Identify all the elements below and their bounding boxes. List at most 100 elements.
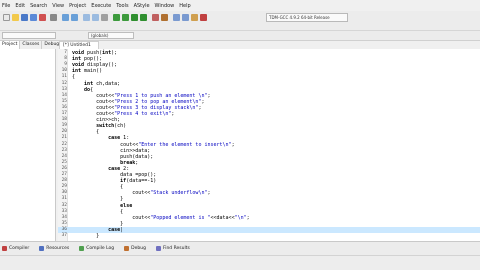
code-line[interactable]: 34 cout<<"Popped element is "<<data<<"\n… xyxy=(58,215,480,221)
code-line[interactable]: 23 cin>>data; xyxy=(58,148,480,154)
menu-help[interactable]: Help xyxy=(179,3,190,9)
code-line[interactable]: 20 { xyxy=(58,129,480,135)
code-line[interactable]: 12 int ch,data; xyxy=(58,81,480,87)
code-line[interactable]: 19 switch(ch) xyxy=(58,123,480,129)
code-line[interactable]: 22 cout<<"Enter the element to insert\n"… xyxy=(58,142,480,148)
menu-project[interactable]: Project xyxy=(69,3,86,9)
code-text: push(data); xyxy=(72,153,154,160)
code-line[interactable]: 25 break; xyxy=(58,160,480,166)
undo-icon[interactable] xyxy=(62,14,69,21)
line-number: 11 xyxy=(61,74,67,80)
goto-icon[interactable] xyxy=(101,14,108,21)
menu-file[interactable]: File xyxy=(2,3,10,9)
debug-icon[interactable] xyxy=(152,14,159,21)
code-line[interactable]: 35 } xyxy=(58,221,480,227)
compile-icon[interactable] xyxy=(113,14,120,21)
bottom-tab-label: Find Results xyxy=(162,246,190,251)
find-results-icon xyxy=(155,246,161,251)
code-line[interactable]: 10 int main() xyxy=(58,68,480,74)
code-line[interactable]: 29 { xyxy=(58,184,480,190)
code-text: cout<<"Press 3 to display stack\n"; xyxy=(72,104,202,111)
line-number: 31 xyxy=(61,196,67,202)
chart-icon[interactable] xyxy=(173,14,180,21)
code-editor[interactable]: 7 void push(int); 8 int pop(); 9 void display… xyxy=(58,49,480,241)
line-number: 37 xyxy=(61,233,67,238)
tab-debug[interactable]: Debug xyxy=(124,246,146,251)
menu-tools[interactable]: Tools xyxy=(116,3,128,9)
run-icon[interactable] xyxy=(122,14,129,21)
menu-execute[interactable]: Execute xyxy=(91,3,111,9)
code-line[interactable]: 13 do{ xyxy=(58,87,480,93)
code-text: case 1: xyxy=(108,135,130,142)
code-text: cout<<"Press 1 to push an element \n"; xyxy=(72,92,211,99)
line-number: 16 xyxy=(61,104,67,110)
line-number: 35 xyxy=(61,220,67,226)
line-number: 14 xyxy=(61,92,67,98)
redo-icon[interactable] xyxy=(71,14,78,21)
scope-select[interactable]: (globals) xyxy=(88,32,134,39)
exit-icon[interactable] xyxy=(200,14,207,21)
code-text: data =pop(); xyxy=(72,172,157,178)
menu-view[interactable]: View xyxy=(52,3,64,9)
main-toolbar xyxy=(0,11,480,31)
tab-classes[interactable]: Classes xyxy=(20,41,43,49)
save-all-icon[interactable] xyxy=(30,14,37,21)
rebuild-icon[interactable] xyxy=(140,14,147,21)
code-line[interactable]: 21 case 1: xyxy=(58,135,480,141)
code-text: cout<<"Enter the element to insert\n"; xyxy=(72,141,235,148)
class-select[interactable] xyxy=(2,32,56,39)
code-line[interactable]: 27 data =pop(); xyxy=(58,172,480,178)
code-line[interactable]: 9 void display(); xyxy=(58,62,480,68)
tab-resources[interactable]: Resources xyxy=(39,246,69,251)
replace-icon[interactable] xyxy=(92,14,99,21)
grid-icon[interactable] xyxy=(182,14,189,21)
profile-icon[interactable] xyxy=(161,14,168,21)
code-text: break; xyxy=(120,159,139,166)
line-number: 34 xyxy=(61,214,67,220)
line-number: 26 xyxy=(61,165,67,171)
class-icon[interactable] xyxy=(191,14,198,21)
code-line[interactable]: 32 else xyxy=(58,203,480,209)
print-icon[interactable] xyxy=(50,14,57,21)
menu-bar: File Edit Search View Project Execute Tools ASt… xyxy=(0,0,480,11)
code-line[interactable]: 33 { xyxy=(58,209,480,215)
bottom-tab-label: Debug xyxy=(131,246,146,251)
close-file-icon[interactable] xyxy=(39,14,46,21)
compiler-select[interactable]: TDM-GCC 4.9.2 64-bit Release xyxy=(266,13,348,22)
code-line[interactable]: 30 cout<<"Stack underflow\n"; xyxy=(58,190,480,196)
save-icon[interactable] xyxy=(21,14,28,21)
tab-project[interactable]: Project xyxy=(0,41,21,49)
tab-compiler[interactable]: Compiler xyxy=(2,246,29,251)
tab-find-results[interactable]: Find Results xyxy=(155,246,190,251)
code-line[interactable]: 15 cout<<"Press 2 to pop an element\n"; xyxy=(58,99,480,105)
code-line[interactable]: 7 void push(int); xyxy=(58,50,480,56)
code-text: { xyxy=(72,184,124,191)
line-number: 22 xyxy=(61,141,67,147)
code-line[interactable]: 18 cin>>ch; xyxy=(58,117,480,123)
code-line[interactable]: 14 cout<<"Press 1 to push an element \n"… xyxy=(58,93,480,99)
code-line[interactable]: 26 case 2: xyxy=(58,166,480,172)
tab-untitled1[interactable]: [*] Untitled1 xyxy=(59,41,99,49)
code-text: if(data==-1) xyxy=(120,178,157,185)
code-line[interactable]: 16 cout<<"Press 3 to display stack\n"; xyxy=(58,105,480,111)
code-line[interactable]: 28 if(data==-1) xyxy=(58,178,480,184)
menu-astyle[interactable]: AStyle xyxy=(134,3,150,9)
code-line[interactable]: 37 } xyxy=(58,233,480,239)
code-line[interactable]: 31 } xyxy=(58,196,480,202)
code-line[interactable]: 36 case| xyxy=(58,226,480,233)
menu-search[interactable]: Search xyxy=(30,3,47,9)
new-file-icon[interactable] xyxy=(3,14,10,21)
line-number: 36 xyxy=(61,226,67,232)
code-text: switch(ch) xyxy=(96,123,127,130)
code-line[interactable]: 17 cout<<"Press 4 to exit\n"; xyxy=(58,111,480,117)
line-number: 15 xyxy=(61,98,67,104)
menu-edit[interactable]: Edit xyxy=(15,3,25,9)
code-line[interactable]: 8 int pop(); xyxy=(58,56,480,62)
menu-window[interactable]: Window xyxy=(155,3,175,9)
open-file-icon[interactable] xyxy=(12,14,19,21)
tab-compile-log[interactable]: Compile Log xyxy=(79,246,114,251)
code-line[interactable]: 11 { xyxy=(58,74,480,80)
compile-run-icon[interactable] xyxy=(131,14,138,21)
code-line[interactable]: 24 push(data); xyxy=(58,154,480,160)
find-icon[interactable] xyxy=(83,14,90,21)
